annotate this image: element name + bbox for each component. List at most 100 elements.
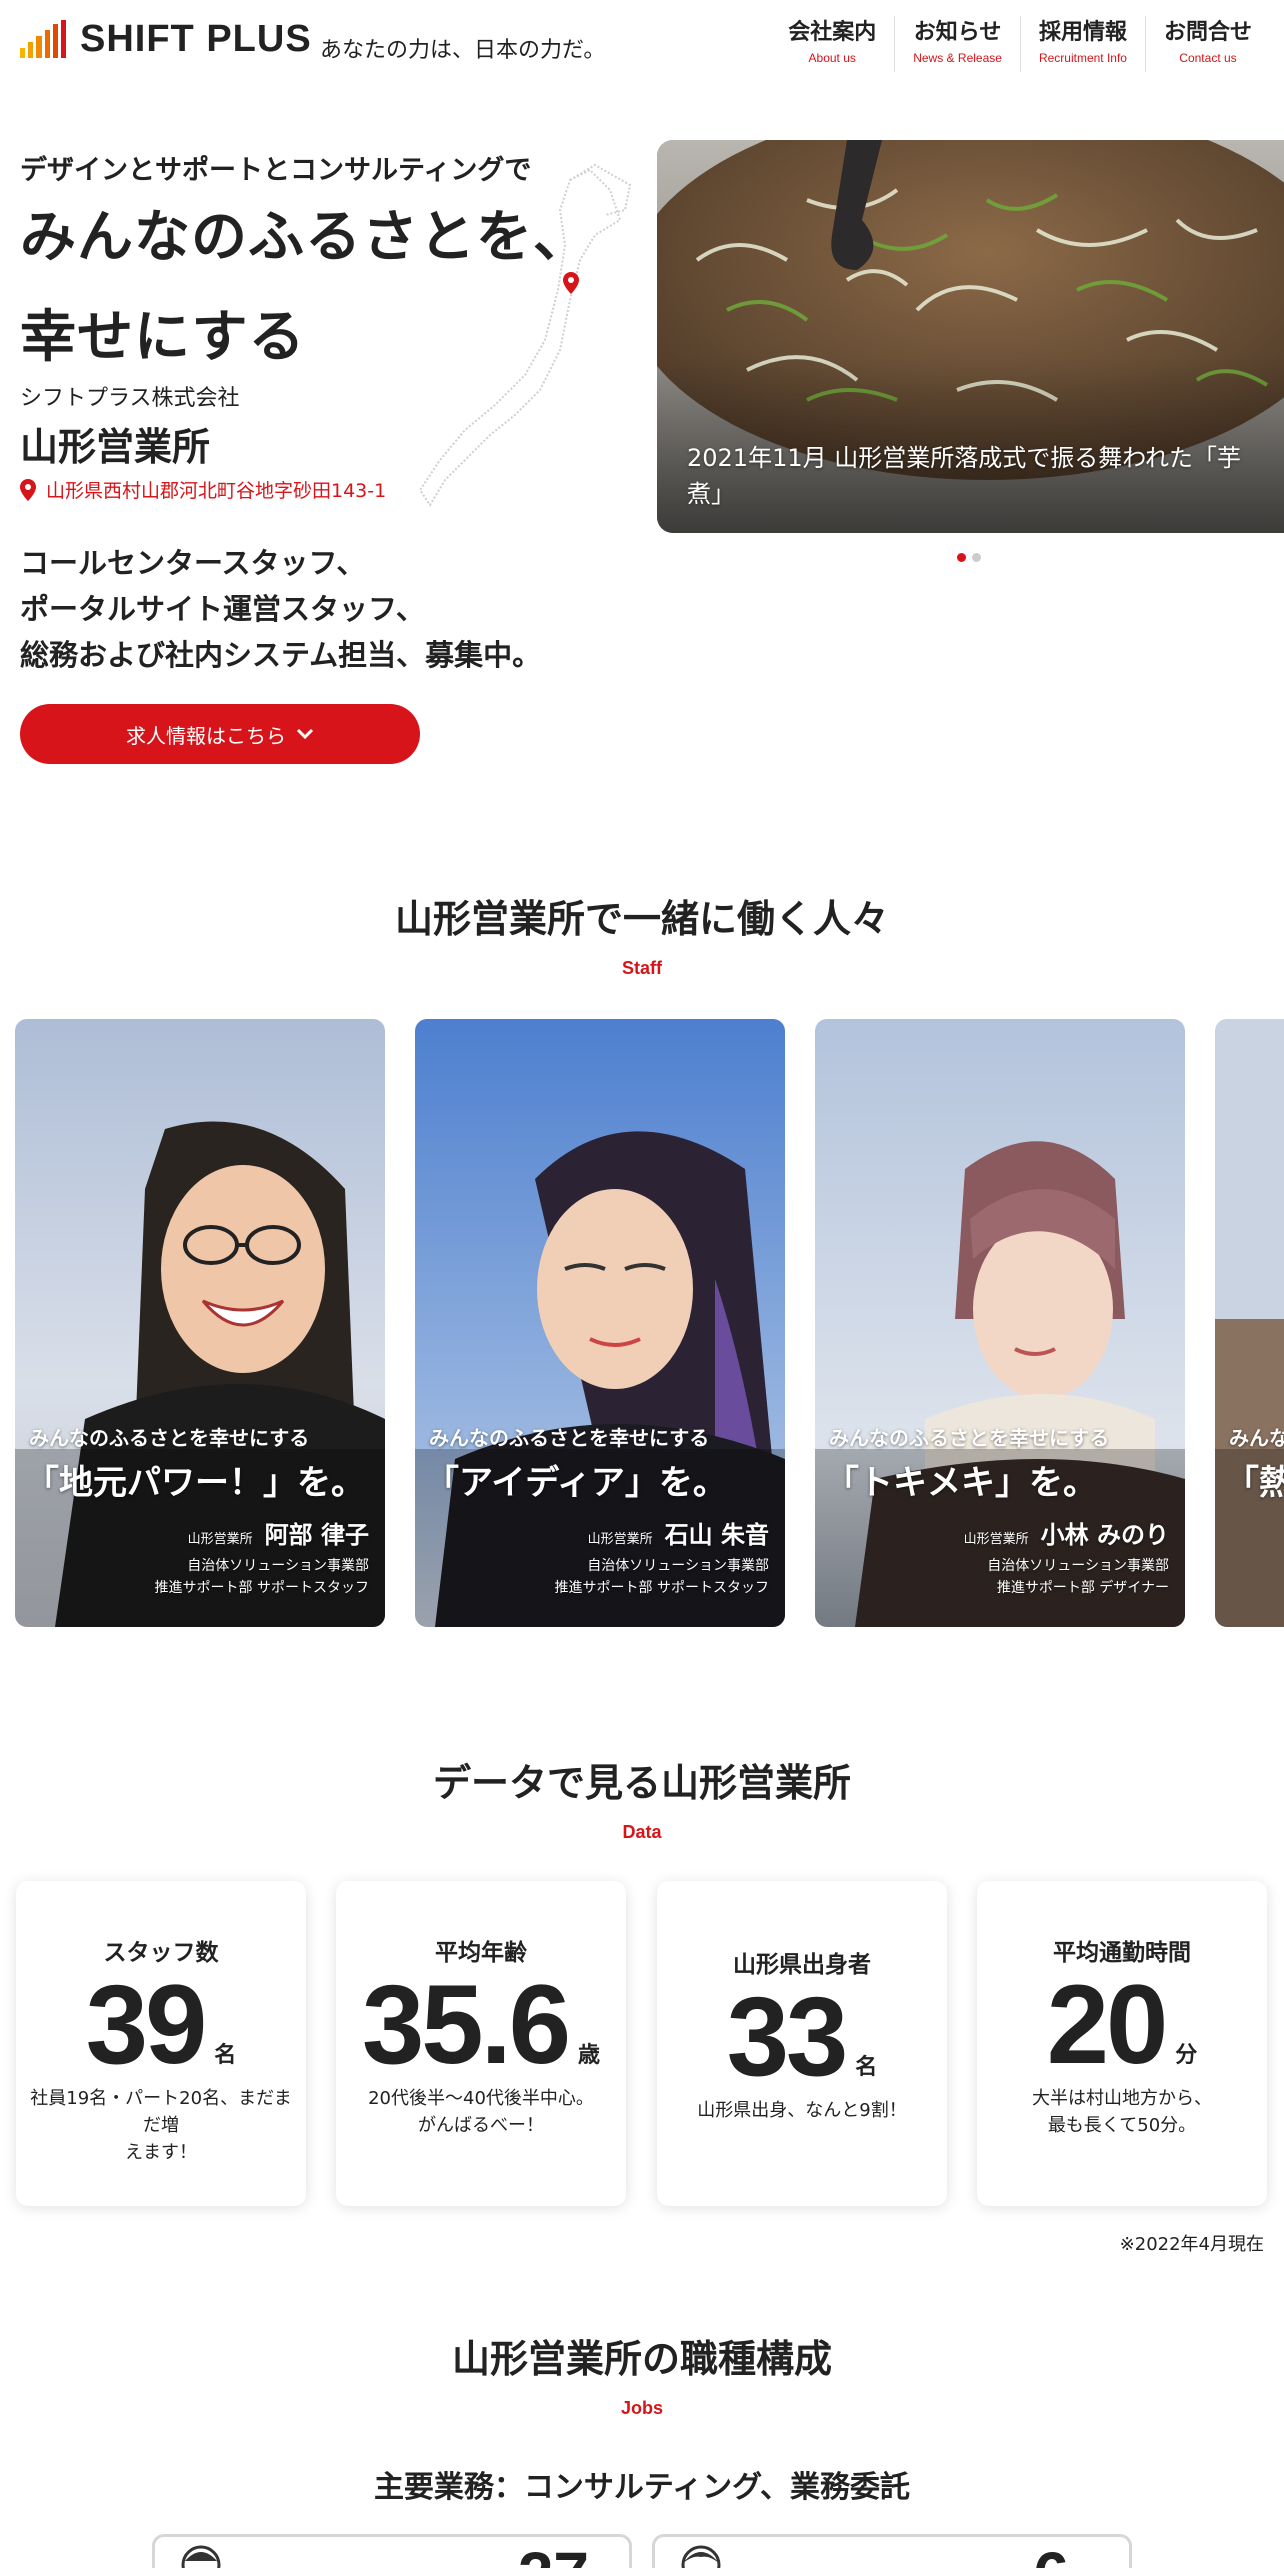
nav-contact-sublabel: Contact us [1179,51,1237,65]
job-count: 27 [518,2543,589,2568]
tagline: あなたの力は、日本の力だ。 [320,38,606,63]
staff-section-title: 山形営業所で一緒に働く人々 [394,897,889,941]
staff-card-dept-line1: 自治体ソリューション事業部 [587,1558,769,1574]
nav-news-sublabel: News & Release [913,51,1002,65]
stat-desc-line1: 山形県出身、なんと9割！ [697,2100,907,2121]
stat-desc-line1: 大半は村山地方から、 [1032,2088,1212,2109]
logo-text: SHIFT PLUS [80,18,312,60]
stat-card-yamagata-natives: 山形県出身者 33 名 山形県出身、なんと9割！ [657,1881,947,2206]
staff-card-quote: 「地元パワー！」を。 [25,1463,365,1503]
staff-card-quote: 「トキメキ」を。 [825,1463,1097,1503]
stat-desc-line1: 社員19名・パート20名、まだまだ増 [30,2088,292,2136]
nav-news-label: お知らせ [913,20,1002,45]
job-card: 6 [652,2534,1132,2568]
stat-desc: 社員19名・パート20名、まだまだ増 えます！ [26,2085,296,2166]
nav-about-label: 会社案内 [788,20,877,45]
stat-desc-line2: がんばるべー！ [418,2115,544,2136]
stat-card-commute-time: 平均通勤時間 20 分 大半は村山地方から、 最も長くて50分。 [977,1881,1267,2206]
staff-photo-partial [1215,1019,1284,1627]
nav-about-sublabel: About us [808,51,856,65]
address: 山形県西村山郡河北町谷地字砂田143-1 [20,476,386,503]
hero-title: みんなのふるさとを、 幸せにする [20,188,590,388]
nav-contact[interactable]: お問合せ Contact us [1144,16,1270,72]
stat-desc: 山形県出身、なんと9割！ [667,2097,937,2124]
staff-card-dept-line1: 自治体ソリューション事業部 [987,1558,1169,1574]
data-as-of-note: ※2022年4月現在 [1119,2234,1264,2255]
staff-card-lead: みんなのふるさとを幸せにする [29,1426,310,1450]
nav-recruit[interactable]: 採用情報 Recruitment Info [1019,16,1145,72]
site-logo[interactable]: SHIFT PLUS [20,20,312,58]
slider-dot-1[interactable] [957,553,966,562]
person-avatar-icon [181,2545,221,2568]
stat-desc-line1: 20代後半〜40代後半中心。 [368,2088,594,2109]
staff-card-dept-line1: 自治体ソリューション事業部 [187,1558,369,1574]
staff-card-office: 山形営業所 [187,1532,253,1547]
staff-card-quote: 「アイディア」を。 [425,1463,727,1503]
address-text: 山形県西村山郡河北町谷地字砂田143-1 [46,480,387,502]
chevron-down-icon [296,728,314,740]
jobs-section-subtitle: Jobs [620,2398,663,2418]
hero-title-line2: 幸せにする [20,305,306,370]
stat-desc: 大半は村山地方から、 最も長くて50分。 [987,2085,1257,2139]
job-card: 27 [152,2534,632,2568]
staff-card[interactable]: みんなのふるさとを幸せにする 「地元パワー！」を。 山形営業所 阿部 律子 自治… [15,1019,385,1627]
logo-bars-icon [20,20,67,58]
person-avatar-icon [681,2545,721,2568]
staff-card[interactable]: みんなのふるさとを幸せにする 「アイディア」を。 山形営業所 石山 朱音 自治体… [415,1019,785,1627]
stat-unit: 名 [214,2043,237,2068]
hero-slider[interactable]: 2021年11月 山形営業所落成式で振る舞われた「芋煮」 [657,140,1284,533]
jobs-section-title: 山形営業所の職種構成 [451,2337,832,2381]
stat-unit: 分 [1175,2043,1198,2068]
staff-card-name: 石山 朱音 [664,1521,769,1549]
global-nav: 会社案内 About us お知らせ News & Release 採用情報 R… [770,16,1270,72]
stat-value: 35.6 [362,1962,571,2087]
recruit-message: コールセンタースタッフ、 ポータルサイト運営スタッフ、 総務および社内システム担… [20,540,541,678]
staff-card[interactable]: みんなのふるさとを幸せにする 「トキメキ」を。 山形営業所 小林 みのり 自治体… [815,1019,1185,1627]
nav-recruit-sublabel: Recruitment Info [1038,51,1127,65]
data-section-subtitle: Data [622,1822,662,1842]
hero-title-line1: みんなのふるさとを、 [20,205,590,270]
stat-unit: 名 [855,2055,878,2080]
recruit-info-button-label: 求人情報はこちら [126,723,286,748]
staff-card-name: 阿部 律子 [264,1521,369,1549]
staff-card[interactable]: みんな 「熱 [1215,1019,1284,1627]
nav-recruit-label: 採用情報 [1038,20,1127,45]
stat-value-row: 33 名 [657,1974,947,2099]
nav-contact-label: お問合せ [1163,20,1252,45]
nav-about[interactable]: 会社案内 About us [770,16,894,72]
job-count: 6 [1033,2543,1069,2568]
recruit-info-button[interactable]: 求人情報はこちら [20,704,420,764]
staff-card-lead: みんなのふるさとを幸せにする [829,1426,1110,1450]
staff-card-lead: みんな [1229,1426,1284,1450]
staff-card-dept: 自治体ソリューション事業部 推進サポート部 デザイナー [987,1555,1169,1599]
slider-dot-2[interactable] [972,553,981,562]
stat-value-row: 35.6 歳 [336,1962,626,2087]
stat-value: 33 [726,1974,849,2099]
slider-pagination [957,553,981,562]
stat-card-average-age: 平均年齢 35.6 歳 20代後半〜40代後半中心。 がんばるべー！ [336,1881,626,2206]
stat-desc-line2: えます！ [125,2142,197,2163]
data-section-title: データで見る山形営業所 [432,1761,851,1805]
staff-card-office: 山形営業所 [963,1532,1029,1547]
stat-unit: 歳 [577,2043,600,2068]
staff-card-dept-line2: 推進サポート部 デザイナー [996,1580,1169,1596]
stat-value-row: 39 名 [16,1969,306,2081]
staff-section-subtitle: Staff [622,958,662,978]
staff-card-person: 山形営業所 小林 みのり [964,1515,1169,1550]
hero-subtitle: デザインとサポートとコンサルティングで [20,155,532,186]
staff-card-office: 山形営業所 [587,1532,653,1547]
stat-desc-line2: 最も長くて50分。 [1047,2115,1197,2136]
staff-card-dept-line2: 推進サポート部 サポートスタッフ [554,1580,769,1596]
staff-card-name: 小林 みのり [1040,1521,1169,1549]
staff-card-person: 山形営業所 阿部 律子 [188,1515,369,1550]
office-name: 山形営業所 [20,425,211,469]
stat-value-row: 20 分 [977,1962,1267,2087]
staff-card-lead: みんなのふるさとを幸せにする [429,1426,710,1450]
stat-value: 20 [1046,1962,1169,2087]
recruit-line1: コールセンタースタッフ、 [20,546,366,580]
stat-card-staff-count: スタッフ数 39 名 社員19名・パート20名、まだまだ増 えます！ [16,1881,306,2206]
nav-news[interactable]: お知らせ News & Release [894,16,1020,72]
staff-card-person: 山形営業所 石山 朱音 [588,1515,769,1550]
main-work-heading: 主要業務：コンサルティング、業務委託 [373,2470,911,2505]
recruit-line2: ポータルサイト運営スタッフ、 [20,592,425,626]
